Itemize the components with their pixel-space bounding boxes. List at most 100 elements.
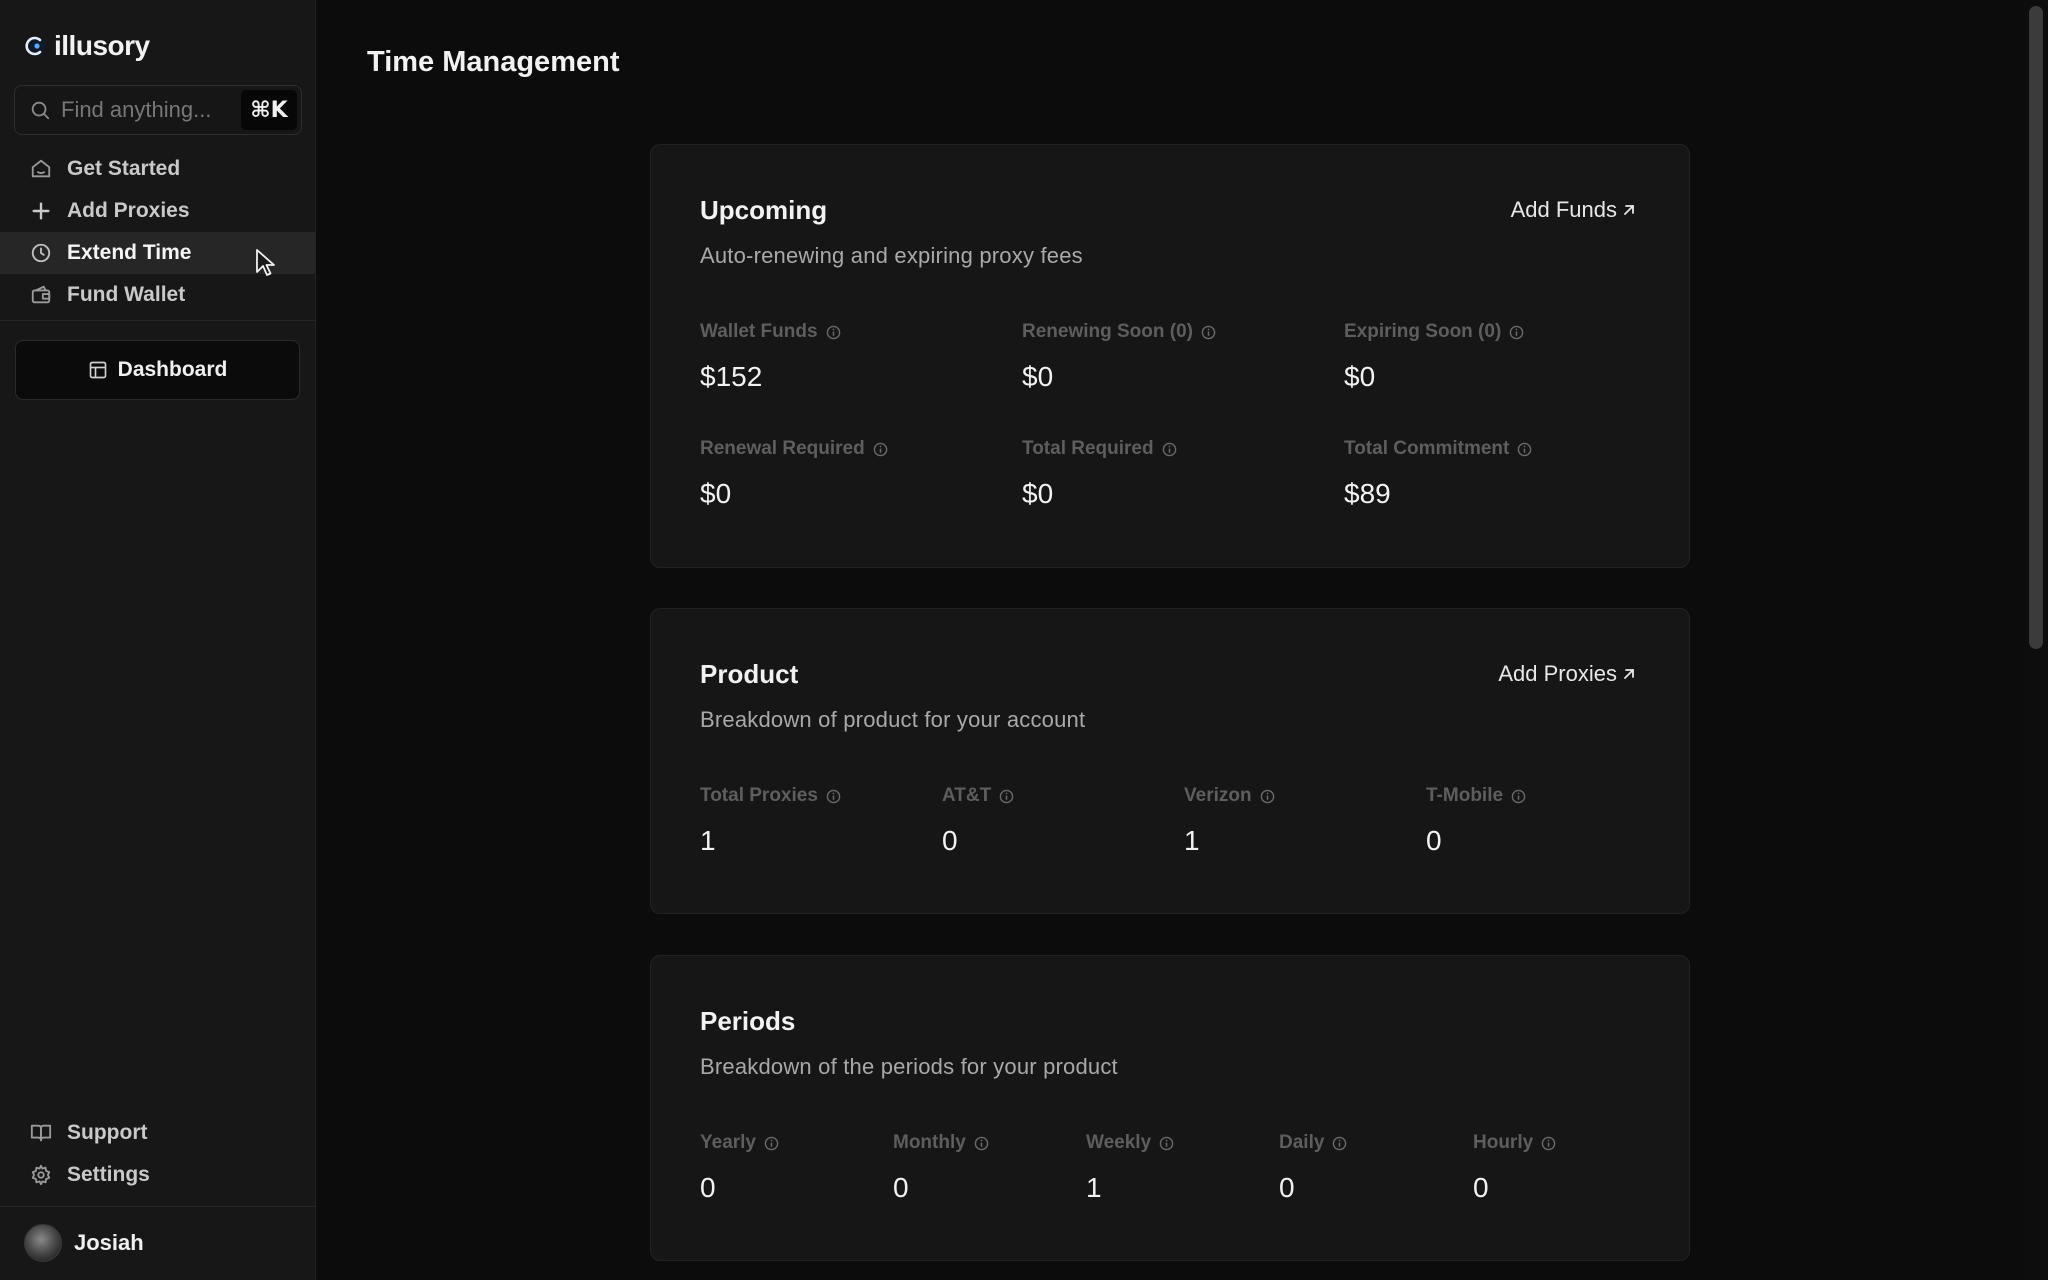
stat-weekly: Weekly 1 xyxy=(1086,1132,1174,1204)
info-icon[interactable] xyxy=(1332,1136,1347,1151)
stat-value: 1 xyxy=(700,825,716,856)
stat-value: 0 xyxy=(942,825,958,856)
product-card: Product Breakdown of product for your ac… xyxy=(650,608,1690,914)
stat-value: $0 xyxy=(1344,361,1376,392)
shortcut-badge: ⌘K xyxy=(241,90,297,130)
info-icon[interactable] xyxy=(873,442,888,457)
logo-icon xyxy=(25,36,46,56)
app-window: illusory ⌘K Get Started xyxy=(0,0,2048,1280)
info-icon[interactable] xyxy=(1517,442,1532,457)
nav-item-get-started[interactable]: Get Started xyxy=(0,148,315,190)
gear-icon xyxy=(30,1164,52,1186)
stat-monthly: Monthly 0 xyxy=(893,1132,989,1204)
info-icon[interactable] xyxy=(826,325,841,340)
nav-label-add-proxies: Add Proxies xyxy=(67,199,190,222)
add-funds-label: Add Funds xyxy=(1510,197,1617,222)
clock-icon xyxy=(30,242,52,264)
stat-renewing-soon: Renewing Soon (0) $0 xyxy=(1022,321,1216,393)
periods-card: Periods Breakdown of the periods for you… xyxy=(650,955,1690,1261)
nav-label-get-started: Get Started xyxy=(67,157,181,180)
nav-item-fund-wallet[interactable]: Fund Wallet xyxy=(0,274,315,316)
mouse-cursor-icon xyxy=(256,249,275,276)
plus-icon xyxy=(30,200,52,222)
stat-label: Verizon xyxy=(1184,785,1252,806)
stat-value: 0 xyxy=(893,1172,909,1203)
stat-value: 0 xyxy=(1426,825,1442,856)
sidebar: illusory ⌘K Get Started xyxy=(0,0,316,1280)
info-icon[interactable] xyxy=(1509,325,1524,340)
stat-label: AT&T xyxy=(942,785,992,806)
wallet-icon xyxy=(30,284,52,306)
add-proxies-label: Add Proxies xyxy=(1498,661,1617,686)
stat-value: $89 xyxy=(1344,478,1391,509)
avatar xyxy=(24,1224,62,1262)
user-divider xyxy=(0,1206,315,1207)
stat-total-proxies: Total Proxies 1 xyxy=(700,785,841,857)
brand[interactable]: illusory xyxy=(24,30,150,62)
stat-label: Monthly xyxy=(893,1132,966,1153)
stat-value: $0 xyxy=(1022,361,1054,392)
stat-label: Hourly xyxy=(1473,1132,1534,1153)
stat-value: $0 xyxy=(1022,478,1054,509)
nav-label-extend-time: Extend Time xyxy=(67,241,192,264)
stat-label: Weekly xyxy=(1086,1132,1152,1153)
stat-total-commitment: Total Commitment $89 xyxy=(1344,438,1532,510)
stat-value: $0 xyxy=(700,478,732,509)
upcoming-card: Upcoming Auto-renewing and expiring prox… xyxy=(650,144,1690,568)
upcoming-subtitle: Auto-renewing and expiring proxy fees xyxy=(700,243,1083,268)
stat-verizon: Verizon 1 xyxy=(1184,785,1275,857)
search-icon xyxy=(31,101,50,120)
home-icon xyxy=(30,158,52,180)
nav-label-support: Support xyxy=(67,1121,148,1144)
product-title: Product xyxy=(700,659,799,689)
add-funds-link[interactable]: Add Funds xyxy=(1511,197,1637,223)
stat-total-required: Total Required $0 xyxy=(1022,438,1177,510)
stat-value: $152 xyxy=(700,361,763,392)
upcoming-title: Upcoming xyxy=(700,195,828,225)
info-icon[interactable] xyxy=(1260,789,1275,804)
info-icon[interactable] xyxy=(1159,1136,1174,1151)
info-icon[interactable] xyxy=(1511,789,1526,804)
nav-item-support[interactable]: Support xyxy=(0,1112,315,1154)
secondary-nav: Support Settings xyxy=(0,1112,315,1196)
stat-value: 1 xyxy=(1086,1172,1102,1203)
stat-label: Yearly xyxy=(700,1132,756,1153)
info-icon[interactable] xyxy=(974,1136,989,1151)
page-title: Time Management xyxy=(367,46,620,78)
product-subtitle: Breakdown of product for your account xyxy=(700,707,1086,732)
info-icon[interactable] xyxy=(999,789,1014,804)
add-proxies-link[interactable]: Add Proxies xyxy=(1498,661,1637,687)
user-menu[interactable]: Josiah xyxy=(24,1224,144,1262)
primary-nav: Get Started Add Proxies Extend Time Fund… xyxy=(0,148,315,316)
info-icon[interactable] xyxy=(1162,442,1177,457)
info-icon[interactable] xyxy=(1201,325,1216,340)
stat-value: 0 xyxy=(700,1172,716,1203)
brand-name: illusory xyxy=(54,30,150,61)
search-input[interactable] xyxy=(61,97,241,123)
dashboard-button[interactable]: Dashboard xyxy=(15,340,300,400)
search-box[interactable]: ⌘K xyxy=(14,85,302,135)
stat-value: 1 xyxy=(1184,825,1200,856)
stat-label: Daily xyxy=(1279,1132,1325,1153)
nav-item-settings[interactable]: Settings xyxy=(0,1154,315,1196)
layout-icon xyxy=(89,361,106,379)
external-arrow-icon xyxy=(1624,205,1634,215)
stat-hourly: Hourly 0 xyxy=(1473,1132,1556,1204)
stat-label: Total Proxies xyxy=(700,785,818,806)
external-arrow-icon xyxy=(1624,669,1634,679)
stat-yearly: Yearly 0 xyxy=(700,1132,779,1204)
stat-label: Expiring Soon (0) xyxy=(1344,321,1502,342)
scrollbar-thumb[interactable] xyxy=(2029,6,2043,649)
stat-label: Renewal Required xyxy=(700,438,865,459)
info-icon[interactable] xyxy=(826,789,841,804)
info-icon[interactable] xyxy=(764,1136,779,1151)
scrollbar-track[interactable] xyxy=(2024,0,2048,1280)
stat-expiring-soon: Expiring Soon (0) $0 xyxy=(1344,321,1524,393)
book-icon xyxy=(30,1122,52,1144)
stat-value: 0 xyxy=(1473,1172,1489,1203)
periods-title: Periods xyxy=(700,1006,796,1036)
info-icon[interactable] xyxy=(1541,1136,1556,1151)
nav-item-add-proxies[interactable]: Add Proxies xyxy=(0,190,315,232)
nav-label-fund-wallet: Fund Wallet xyxy=(67,283,186,306)
stat-label: Wallet Funds xyxy=(700,321,818,342)
